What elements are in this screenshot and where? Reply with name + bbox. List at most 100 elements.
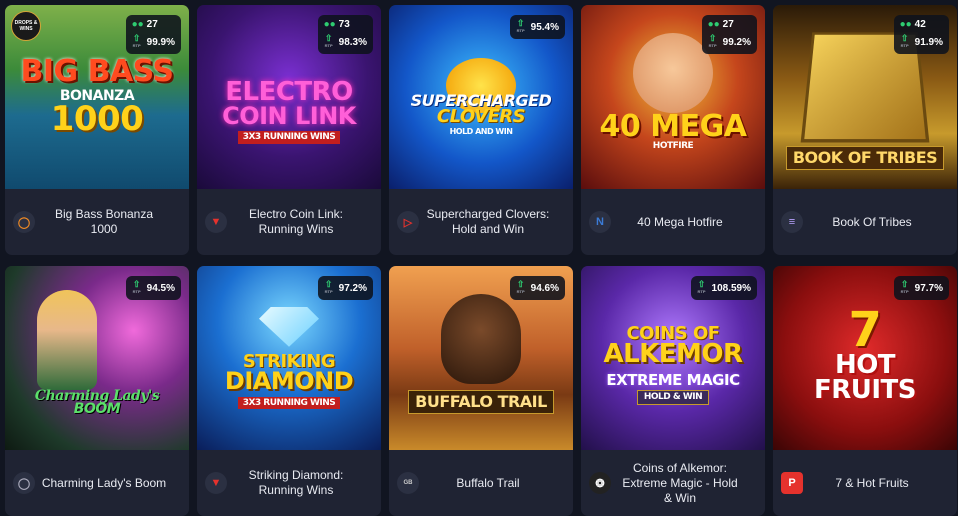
- game-art-seven: 7: [848, 301, 882, 358]
- game-art-subtitle: CLOVERS: [436, 106, 526, 128]
- players-icon: ●●: [707, 19, 720, 30]
- game-stats: ●● 27 ⇧ RTP 99.2%: [701, 15, 757, 54]
- rtp-icon: ⇧ RTP: [708, 33, 717, 49]
- rtp-value: 94.5%: [146, 282, 175, 294]
- game-stats: ●● 42 ⇧ RTP 91.9%: [893, 15, 949, 54]
- game-thumbnail[interactable]: BUFFALO TRAIL ⇧ RTP 94.6%: [389, 266, 573, 450]
- game-art-title: ELECTRO: [225, 76, 353, 107]
- rtp-icon: ⇧ RTP: [900, 279, 909, 295]
- game-art-number: 1000: [50, 99, 144, 140]
- gamomat-icon: ◯: [13, 472, 35, 494]
- players-count: 27: [146, 19, 158, 30]
- game-art-subtitle: COIN LINK: [222, 101, 356, 130]
- endorphina-icon: ≡: [781, 211, 803, 233]
- game-card-buffalo-trail[interactable]: BUFFALO TRAIL ⇧ RTP 94.6% GB Buffalo Trail: [389, 266, 573, 516]
- lady-figure: [37, 289, 97, 390]
- game-stats: ⇧ RTP 94.5%: [125, 276, 181, 300]
- players-icon: ●●: [899, 19, 912, 30]
- rtp-icon: ⇧ RTP: [132, 33, 141, 49]
- game-art-subtitle: DIAMOND: [224, 366, 354, 395]
- diamond-graphic: [259, 306, 319, 347]
- game-name: Supercharged Clovers: Hold and Win: [426, 207, 550, 236]
- game-card-electro-coin-link[interactable]: ELECTRO COIN LINK 3X3 RUNNING WINS ●● 73 …: [197, 5, 381, 255]
- game-name: 40 Mega Hotfire: [637, 214, 723, 229]
- game-thumbnail[interactable]: 40 MEGA HOTFIRE ●● 27 ⇧ RTP 99.2%: [581, 5, 765, 189]
- booongo-icon: ❂: [589, 472, 611, 494]
- netgame-icon: N: [589, 211, 611, 233]
- rtp-icon: ⇧ RTP: [900, 33, 909, 49]
- game-art-title: BOOK OF TRIBES: [785, 146, 945, 170]
- game-art-subtitle: ALKEMOR: [603, 339, 743, 370]
- game-thumbnail[interactable]: SUPERCHARGED CLOVERS HOLD AND WIN ⇧ RTP 95…: [389, 5, 573, 189]
- pragmatic-icon: ◯: [13, 211, 35, 233]
- fugaso-icon: ▼: [205, 472, 227, 494]
- rtp-value: 97.7%: [914, 282, 943, 294]
- players-icon: ●●: [131, 19, 144, 30]
- rtp-icon: ⇧ RTP: [697, 279, 706, 295]
- game-art-subtitle: BOOM: [73, 401, 121, 417]
- game-thumbnail[interactable]: Charming Lady's BOOM ⇧ RTP 94.5%: [5, 266, 189, 450]
- game-art-tag: EXTREME MAGIC: [606, 370, 740, 389]
- rtp-icon: ⇧ RTP: [324, 33, 333, 49]
- rtp-icon: ⇧ RTP: [516, 18, 525, 34]
- game-name: 7 & Hot Fruits: [835, 475, 909, 490]
- game-art-tag: HOLD AND WIN: [449, 127, 513, 137]
- game-card-charming-ladys-boom[interactable]: Charming Lady's BOOM ⇧ RTP 94.5% ◯ Charmin…: [5, 266, 189, 516]
- game-stats: ⇧ RTP 94.6%: [509, 276, 565, 300]
- playson-icon: ▷: [397, 211, 419, 233]
- rtp-value: 97.2%: [338, 282, 367, 294]
- buffalo-graphic: [441, 294, 521, 385]
- playson-p-icon: P: [781, 472, 803, 494]
- game-thumbnail[interactable]: ELECTRO COIN LINK 3X3 RUNNING WINS ●● 73 …: [197, 5, 381, 189]
- players-count: 42: [914, 19, 926, 30]
- game-card-striking-diamond[interactable]: STRIKING DIAMOND 3X3 RUNNING WINS ⇧ RTP 97…: [197, 266, 381, 516]
- game-name: Charming Lady's Boom: [41, 475, 167, 490]
- games-grid: DROPS & WINS BIG BASS BONANZA 1000 ●● 27 …: [5, 5, 957, 516]
- game-name: Book Of Tribes: [832, 214, 912, 229]
- game-art-title: BUFFALO TRAIL: [408, 390, 554, 414]
- rtp-icon: ⇧ RTP: [132, 279, 141, 295]
- rtp-icon: ⇧ RTP: [516, 279, 525, 295]
- game-stats: ⇧ RTP 97.2%: [317, 276, 373, 300]
- game-card-supercharged-clovers[interactable]: SUPERCHARGED CLOVERS HOLD AND WIN ⇧ RTP 95…: [389, 5, 573, 255]
- game-art-title: BIG BASS: [20, 54, 174, 90]
- players-count: 73: [338, 19, 350, 30]
- game-name: Striking Diamond: Running Wins: [248, 468, 344, 497]
- rtp-value: 95.4%: [530, 21, 559, 33]
- game-art-tag: 3X3 RUNNING WINS: [237, 131, 341, 145]
- game-stats: ⇧ RTP 95.4%: [509, 15, 565, 39]
- game-card-7-hot-fruits[interactable]: 7 HOT FRUITS ⇧ RTP 97.7% P 7 & Hot Fruits: [773, 266, 957, 516]
- rtp-value: 91.9%: [914, 36, 943, 48]
- game-art-tag-2: HOLD & WIN: [636, 390, 710, 405]
- fugaso-icon: ▼: [205, 211, 227, 233]
- game-thumbnail[interactable]: DROPS & WINS BIG BASS BONANZA 1000 ●● 27 …: [5, 5, 189, 189]
- game-thumbnail[interactable]: STRIKING DIAMOND 3X3 RUNNING WINS ⇧ RTP 97…: [197, 266, 381, 450]
- game-card-coins-of-alkemor[interactable]: COINS OF ALKEMOR EXTREME MAGIC HOLD & WI…: [581, 266, 765, 516]
- game-name: Big Bass Bonanza 1000: [54, 207, 154, 236]
- game-stats: ⇧ RTP 97.7%: [893, 276, 949, 300]
- game-thumbnail[interactable]: 7 HOT FRUITS ⇧ RTP 97.7%: [773, 266, 957, 450]
- game-thumbnail[interactable]: BOOK OF TRIBES ●● 42 ⇧ RTP 91.9%: [773, 5, 957, 189]
- rtp-icon: ⇧ RTP: [324, 279, 333, 295]
- game-stats: ⇧ RTP 108.59%: [690, 276, 757, 300]
- players-icon: ●●: [323, 19, 336, 30]
- rtp-value: 94.6%: [530, 282, 559, 294]
- game-stats: ●● 73 ⇧ RTP 98.3%: [317, 15, 373, 54]
- game-art-tag: 3X3 RUNNING WINS: [237, 396, 341, 410]
- rtp-value: 98.3%: [338, 36, 367, 48]
- game-thumbnail[interactable]: COINS OF ALKEMOR EXTREME MAGIC HOLD & WI…: [581, 266, 765, 450]
- game-stats: ●● 27 ⇧ RTP 99.9%: [125, 15, 181, 54]
- game-art-subtitle: HOTFIRE: [652, 140, 694, 151]
- game-name: Electro Coin Link: Running Wins: [248, 207, 344, 236]
- game-card-40-mega-hotfire[interactable]: 40 MEGA HOTFIRE ●● 27 ⇧ RTP 99.2% N 40 Mega…: [581, 5, 765, 255]
- rtp-value: 108.59%: [711, 282, 751, 294]
- players-count: 27: [722, 19, 734, 30]
- rtp-value: 99.9%: [146, 36, 175, 48]
- game-art-subtitle: FRUITS: [813, 374, 917, 405]
- game-card-big-bass-bonanza[interactable]: DROPS & WINS BIG BASS BONANZA 1000 ●● 27 …: [5, 5, 189, 255]
- rtp-value: 99.2%: [722, 36, 751, 48]
- game-name: Buffalo Trail: [456, 475, 520, 490]
- gamebeat-icon: GB: [397, 472, 419, 494]
- game-art-title: 40 MEGA: [599, 109, 747, 145]
- game-card-book-of-tribes[interactable]: BOOK OF TRIBES ●● 42 ⇧ RTP 91.9% ≡ Book Of …: [773, 5, 957, 255]
